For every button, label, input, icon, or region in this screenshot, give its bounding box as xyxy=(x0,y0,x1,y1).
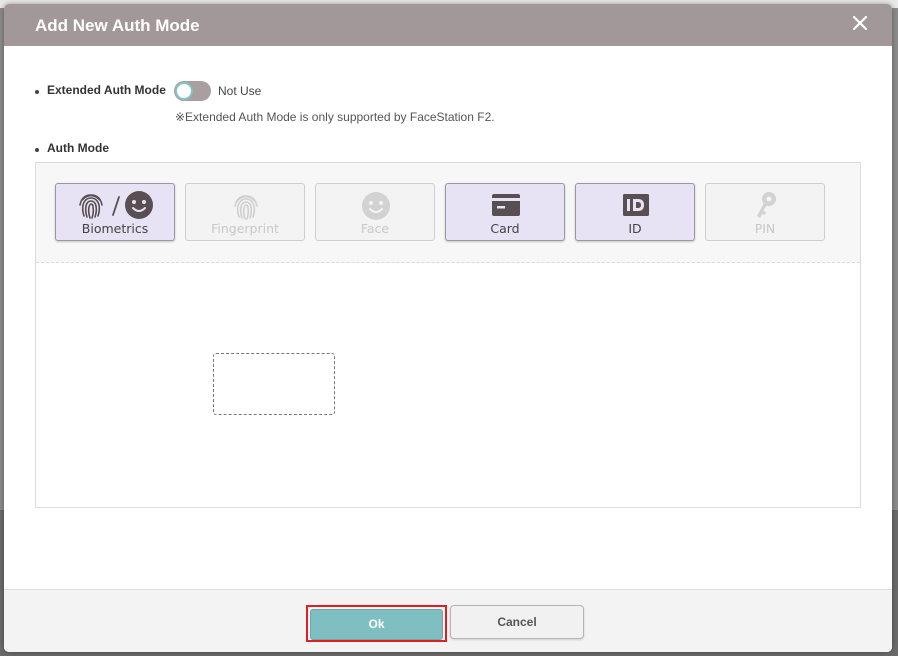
mode-button-id[interactable]: ID xyxy=(575,183,695,241)
dialog-header: Add New Auth Mode xyxy=(4,4,892,46)
auth-mode-panel: Biometrics Fingerprint Face Card ID PIN xyxy=(35,162,861,508)
mode-button-biometrics[interactable]: Biometrics xyxy=(55,183,175,241)
mode-label: PIN xyxy=(754,221,776,236)
cancel-button[interactable]: Cancel xyxy=(450,605,584,639)
id-icon xyxy=(623,194,649,216)
auth-mode-palette: Biometrics Fingerprint Face Card ID PIN xyxy=(36,163,860,263)
mode-label: Biometrics xyxy=(81,221,149,236)
toggle-state-text: Not Use xyxy=(218,84,262,98)
card-icon xyxy=(492,194,520,216)
fingerprint-icon xyxy=(234,195,258,220)
face-icon xyxy=(125,191,153,219)
add-auth-mode-dialog: Add New Auth Mode Extended Auth Mode Not… xyxy=(4,4,892,652)
extended-auth-mode-label: Extended Auth Mode xyxy=(47,83,166,97)
dialog-title: Add New Auth Mode xyxy=(35,16,200,35)
toggle-knob xyxy=(175,82,193,100)
face-icon xyxy=(362,192,390,220)
slash-icon xyxy=(112,196,120,216)
mode-button-pin[interactable]: PIN xyxy=(705,183,825,241)
key-icon xyxy=(757,192,776,218)
ok-button[interactable]: Ok xyxy=(310,609,443,640)
mode-label: Fingerprint xyxy=(211,221,279,236)
extended-auth-note: ※Extended Auth Mode is only supported by… xyxy=(175,110,495,124)
fingerprint-icon xyxy=(79,194,103,219)
bullet-icon xyxy=(35,148,39,152)
mode-button-fingerprint[interactable]: Fingerprint xyxy=(185,183,305,241)
auth-mode-label: Auth Mode xyxy=(47,141,109,155)
bullet-icon xyxy=(35,90,39,94)
mode-button-face[interactable]: Face xyxy=(315,183,435,241)
mode-label: Card xyxy=(490,221,520,236)
auth-mode-drop-slot[interactable] xyxy=(213,353,335,415)
mode-label: ID xyxy=(628,221,642,236)
close-icon[interactable] xyxy=(850,13,870,33)
dialog-footer: Ok Cancel xyxy=(4,589,892,652)
mode-button-card[interactable]: Card xyxy=(445,183,565,241)
mode-label: Face xyxy=(360,221,390,236)
extended-auth-toggle[interactable] xyxy=(174,81,211,101)
